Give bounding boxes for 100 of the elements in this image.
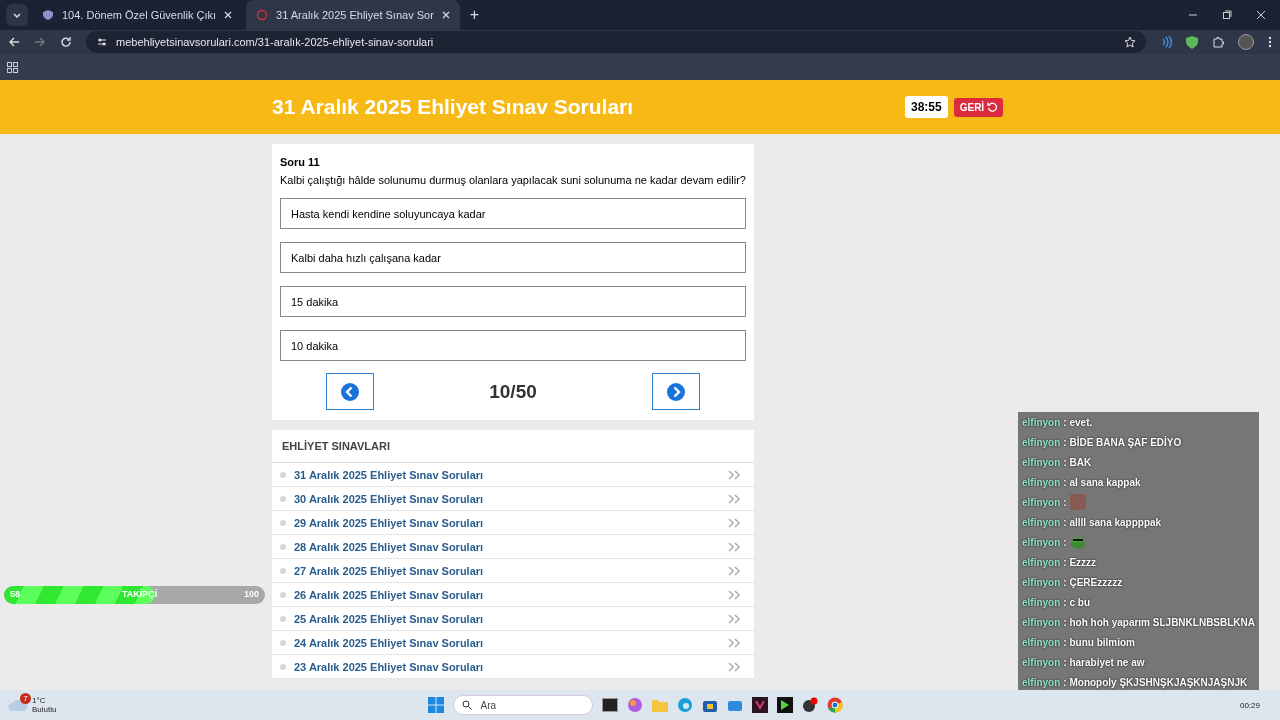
chat-message: : c bu [1063, 596, 1090, 608]
tab-search-button[interactable] [6, 4, 28, 26]
chat-username: elfinyon [1022, 556, 1061, 568]
undo-icon [987, 102, 998, 112]
restore-icon[interactable] [1222, 10, 1232, 20]
forward-arrow-icon[interactable] [34, 36, 46, 48]
browser-tab[interactable]: 104. Dönem Özel Güvenlik Çıkı [32, 0, 243, 30]
shield-favicon-icon [42, 9, 54, 21]
answer-option[interactable]: Kalbi daha hızlı çalışana kadar [280, 242, 746, 273]
answer-option[interactable]: 10 dakika [280, 330, 746, 361]
address-bar[interactable]: mebehliyetsinavsorulari.com/31-aralık-2025-ehliyet-sinav-sorulari [86, 31, 1146, 53]
chat-message: : al sana kappak [1063, 476, 1141, 488]
recording-app-icon[interactable] [802, 697, 819, 713]
exam-link[interactable]: 30 Aralık 2025 Ehliyet Sınav Soruları [294, 492, 728, 505]
bullet-dot [280, 615, 286, 622]
cloud-icon[interactable] [8, 698, 28, 712]
page-title: 31 Aralık 2025 Ehliyet Sınav Soruları [272, 95, 635, 119]
notification-badge: 7 [20, 693, 31, 704]
exam-link[interactable]: 26 Aralık 2025 Ehliyet Sınav Soruları [294, 588, 728, 601]
chat-username: elfinyon [1022, 656, 1061, 668]
profile-avatar[interactable] [1238, 34, 1254, 50]
bullet-dot [280, 519, 286, 526]
frog-emote-icon [1069, 534, 1086, 550]
task-view-icon[interactable] [602, 698, 619, 712]
close-icon[interactable] [1256, 10, 1266, 20]
exam-link[interactable]: 29 Aralık 2025 Ehliyet Sınav Soruları [294, 516, 728, 529]
caret-icon [12, 10, 22, 20]
exam-link[interactable]: 31 Aralık 2025 Ehliyet Sınav Soruları [294, 468, 728, 481]
new-tab-button[interactable]: + [469, 6, 480, 24]
goal-label: TAKİPÇİ [122, 589, 158, 599]
bullet-dot [280, 471, 286, 478]
double-chevron-icon [728, 589, 742, 600]
v-logo-icon[interactable] [752, 697, 769, 713]
colorful-app-icon[interactable] [627, 697, 644, 713]
chat-message: : Ezzzz [1063, 556, 1097, 568]
browser-tab[interactable]: 31 Aralık 2025 Ehliyet Sınav Sor [246, 0, 460, 30]
bullet-dot [280, 591, 286, 598]
chat-message: : evet. [1063, 416, 1093, 428]
extensions-icon[interactable] [1212, 36, 1224, 48]
chevron-left-icon [340, 381, 360, 402]
chat-username: elfinyon [1022, 676, 1061, 688]
chat-username: elfinyon [1022, 616, 1061, 628]
search-bar[interactable]: Ara [453, 695, 594, 715]
double-chevron-icon [728, 517, 742, 528]
site-settings-icon[interactable] [96, 36, 108, 48]
play-arrow-app-icon[interactable] [777, 697, 794, 713]
double-chevron-icon [728, 613, 742, 624]
answer-option[interactable]: Hasta kendi kendine soluyuncaya kadar [280, 198, 746, 229]
close-tab-icon[interactable] [224, 11, 233, 19]
search-field[interactable]: Ara [478, 698, 563, 712]
weather-condition: Bulutlu [32, 705, 57, 714]
chat-message: : [1063, 536, 1067, 548]
chat-username: elfinyon [1022, 576, 1061, 588]
question-counter: 10/50 [489, 380, 537, 403]
reload-icon[interactable] [60, 36, 72, 48]
start-icon[interactable] [428, 697, 445, 713]
bullet-dot [280, 663, 286, 670]
double-chevron-icon [728, 661, 742, 672]
chrome-icon[interactable] [827, 697, 844, 713]
double-chevron-icon [728, 565, 742, 576]
answer-option[interactable]: 15 dakika [280, 286, 746, 317]
shield-icon[interactable] [1186, 35, 1198, 49]
chat-message: : BİDE BANA ŞAF EDİYO [1063, 436, 1182, 448]
exam-link[interactable]: 28 Aralık 2025 Ehliyet Sınav Soruları [294, 540, 728, 553]
exam-link[interactable]: 23 Aralık 2025 Ehliyet Sınav Soruları [294, 660, 728, 673]
bookmark-star-icon[interactable] [1124, 36, 1136, 48]
signal-waves-icon[interactable] [1160, 36, 1172, 48]
apps-grid-icon[interactable] [7, 61, 18, 73]
double-chevron-icon [728, 469, 742, 480]
search-icon[interactable] [462, 700, 473, 710]
back-arrow-icon[interactable] [8, 36, 20, 48]
close-tab-icon[interactable] [441, 11, 450, 19]
emote-picture [1069, 494, 1086, 510]
next-button[interactable] [652, 373, 700, 410]
chat-username: elfinyon [1022, 536, 1061, 548]
chat-message: : BAK [1063, 456, 1092, 468]
chat-username: elfinyon [1022, 476, 1061, 488]
chat-username: elfinyon [1022, 416, 1061, 428]
bullet-dot [280, 639, 286, 646]
chat-message: : [1063, 496, 1067, 508]
bullet-dot [280, 567, 286, 574]
chevron-right-icon [666, 381, 686, 402]
exam-link[interactable]: 25 Aralık 2025 Ehliyet Sınav Soruları [294, 612, 728, 625]
exam-link[interactable]: 24 Aralık 2025 Ehliyet Sınav Soruları [294, 636, 728, 649]
chat-username: elfinyon [1022, 516, 1061, 528]
chat-username: elfinyon [1022, 596, 1061, 608]
temperature: 1°C [32, 696, 47, 705]
back-button[interactable]: GERİ [953, 97, 1004, 117]
chat-message: : bunu bilmiom [1063, 636, 1135, 648]
menu-icon[interactable] [1268, 36, 1272, 48]
page-favicon-icon [256, 9, 269, 21]
question-number: Soru 11 [280, 156, 321, 168]
goal-target: 100 [243, 589, 259, 599]
taskbar-clock: 00:29 [1239, 700, 1260, 710]
goal-current: 58 [10, 589, 20, 599]
chat-message: : harabiyet ne aw [1063, 656, 1145, 668]
chat-message: : allll sana kappppak [1063, 516, 1162, 528]
chat-username: elfinyon [1022, 436, 1061, 448]
exam-link[interactable]: 27 Aralık 2025 Ehliyet Sınav Soruları [294, 564, 728, 577]
previous-button[interactable] [326, 373, 374, 410]
